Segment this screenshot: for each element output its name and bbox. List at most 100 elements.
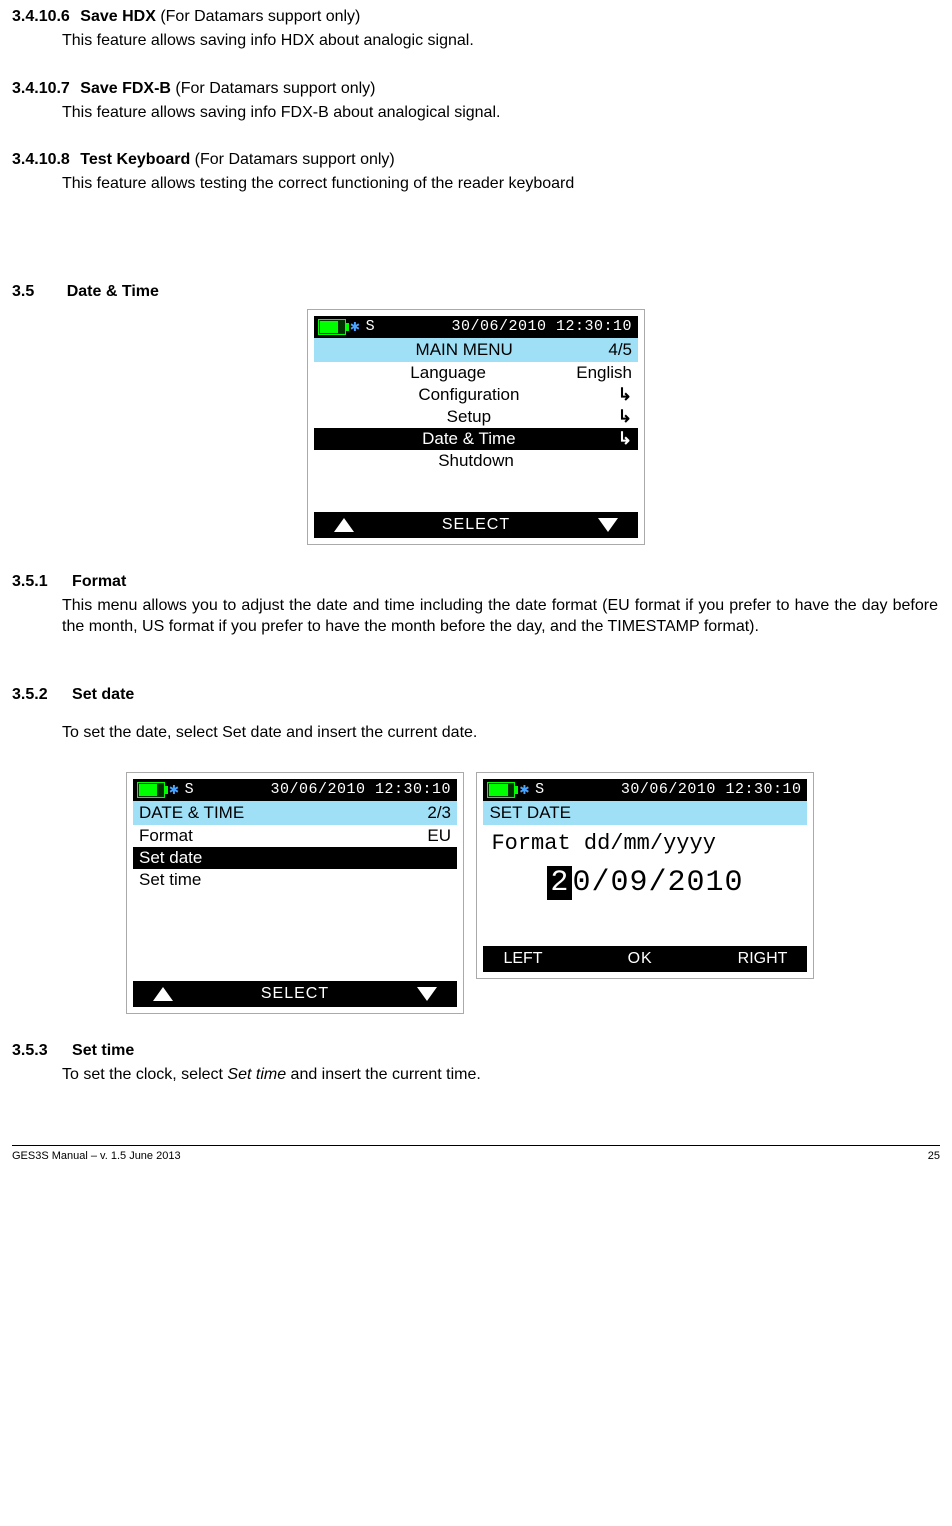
page-number: 25 <box>928 1150 940 1162</box>
menu-item-format[interactable]: FormatEU <box>133 825 457 847</box>
down-arrow-icon[interactable] <box>417 987 437 1001</box>
set-date-body: Format dd/mm/yyyy 20/09/2010 <box>483 825 807 946</box>
screen-title: MAIN MENU <box>320 340 608 360</box>
section-3-4-10-7: 3.4.10.7 Save FDX-B (For Datamars suppor… <box>12 80 940 124</box>
section-title: Format <box>72 573 126 590</box>
heading: 3.5.3 Set time <box>12 1042 940 1060</box>
date-selected-digit: 2 <box>547 866 572 900</box>
section-body: This menu allows you to adjust the date … <box>62 595 938 638</box>
menu-item-configuration[interactable]: Configuration↳ <box>314 384 638 406</box>
menu-value: English <box>576 363 632 383</box>
format-line: Format dd/mm/yyyy <box>491 831 799 856</box>
date-rest: 0/09/2010 <box>572 866 743 900</box>
menu-value: EU <box>427 826 451 846</box>
section-body: This feature allows testing the correct … <box>62 173 938 195</box>
status-s: S <box>366 316 375 338</box>
menu-label: Setup <box>320 407 618 427</box>
bluetooth-icon: ✱ <box>169 779 179 801</box>
status-datetime: 30/06/2010 12:30:10 <box>270 779 451 801</box>
menu-label: Configuration <box>320 385 618 405</box>
section-body: This feature allows saving info FDX-B ab… <box>62 102 938 124</box>
status-s: S <box>535 779 544 801</box>
heading: 3.5.1 Format <box>12 573 940 591</box>
section-number: 3.4.10.8 <box>12 151 70 168</box>
submenu-arrow-icon: ↳ <box>618 385 632 405</box>
section-number: 3.5 <box>12 283 34 300</box>
menu-label: Set date <box>139 848 451 868</box>
device-screen-date-time: ✱ S 30/06/2010 12:30:10 DATE & TIME 2/3 … <box>126 772 464 1014</box>
section-3-5: 3.5 Date & Time ✱ S 30/06/2010 12:30:10 … <box>12 283 940 545</box>
section-number: 3.5.2 <box>12 686 48 703</box>
status-bar: ✱ S 30/06/2010 12:30:10 <box>133 779 457 801</box>
screenshot-set-date-row: ✱ S 30/06/2010 12:30:10 DATE & TIME 2/3 … <box>122 772 940 1014</box>
menu-item-language[interactable]: LanguageEnglish <box>314 362 638 384</box>
screen-title-bar: DATE & TIME 2/3 <box>133 801 457 825</box>
screen-title: DATE & TIME <box>139 803 427 823</box>
menu-label: Format <box>139 826 427 846</box>
status-bar: ✱ S 30/06/2010 12:30:10 <box>314 316 638 338</box>
page-indicator: 2/3 <box>427 803 451 823</box>
heading: 3.5 Date & Time <box>12 283 940 301</box>
section-title: Save FDX-B <box>80 80 171 97</box>
section-3-5-3: 3.5.3 Set time To set the clock, select … <box>12 1042 940 1086</box>
screen-title-bar: MAIN MENU 4/5 <box>314 338 638 362</box>
section-3-5-2: 3.5.2 Set date To set the date, select S… <box>12 686 940 1014</box>
section-title: Test Keyboard <box>80 151 190 168</box>
section-3-4-10-6: 3.4.10.6 Save HDX (For Datamars support … <box>12 8 940 52</box>
device-screen-set-date: ✱ S 30/06/2010 12:30:10 SET DATE Format … <box>476 772 814 979</box>
status-datetime: 30/06/2010 12:30:10 <box>451 316 632 338</box>
status-s: S <box>185 779 194 801</box>
section-title: Date & Time <box>67 283 159 300</box>
menu-list: LanguageEnglish Configuration↳ Setup↳ Da… <box>314 362 638 512</box>
footer-left: GES3S Manual – v. 1.5 June 2013 <box>12 1150 928 1162</box>
menu-list: FormatEU Set date Set time <box>133 825 457 981</box>
up-arrow-icon[interactable] <box>153 987 173 1001</box>
section-body: This feature allows saving info HDX abou… <box>62 30 938 52</box>
heading: 3.5.2 Set date <box>12 686 940 704</box>
softkey-select[interactable]: SELECT <box>354 516 598 534</box>
section-note: (For Datamars support only) <box>156 8 361 25</box>
battery-icon <box>318 319 346 335</box>
softkey-select[interactable]: SELECT <box>173 985 417 1003</box>
softkey-right[interactable]: RIGHT <box>738 950 788 968</box>
menu-item-set-time[interactable]: Set time <box>133 869 457 891</box>
menu-label: Shutdown <box>320 451 632 471</box>
softkey-left[interactable]: LEFT <box>503 950 542 968</box>
softkey-ok[interactable]: OK <box>543 950 738 968</box>
menu-label: Date & Time <box>320 429 618 449</box>
section-number: 3.4.10.7 <box>12 80 70 97</box>
menu-item-date-time[interactable]: Date & Time↳ <box>314 428 638 450</box>
softkey-bar: SELECT <box>314 512 638 538</box>
battery-icon <box>137 782 165 798</box>
softkey-bar: LEFT OK RIGHT <box>483 946 807 972</box>
body-post: and insert the current time. <box>286 1066 481 1083</box>
section-number: 3.5.1 <box>12 573 48 590</box>
up-arrow-icon[interactable] <box>334 518 354 532</box>
battery-icon <box>487 782 515 798</box>
heading: 3.4.10.8 Test Keyboard (For Datamars sup… <box>12 151 940 169</box>
device-screen: ✱ S 30/06/2010 12:30:10 MAIN MENU 4/5 La… <box>307 309 645 545</box>
page-footer: GES3S Manual – v. 1.5 June 2013 25 <box>12 1145 940 1162</box>
menu-item-setup[interactable]: Setup↳ <box>314 406 638 428</box>
section-body: To set the clock, select Set time and in… <box>62 1064 938 1086</box>
date-edit-field[interactable]: 20/09/2010 <box>491 866 799 900</box>
section-number: 3.4.10.6 <box>12 8 70 25</box>
menu-item-set-date[interactable]: Set date <box>133 847 457 869</box>
section-3-4-10-8: 3.4.10.8 Test Keyboard (For Datamars sup… <box>12 151 940 195</box>
heading: 3.4.10.7 Save FDX-B (For Datamars suppor… <box>12 80 940 98</box>
down-arrow-icon[interactable] <box>598 518 618 532</box>
section-title: Set date <box>72 686 134 703</box>
screenshot-main-menu: ✱ S 30/06/2010 12:30:10 MAIN MENU 4/5 La… <box>12 309 940 545</box>
screen-title: SET DATE <box>489 803 801 823</box>
body-pre: To set the clock, select <box>62 1066 227 1083</box>
menu-item-shutdown[interactable]: Shutdown <box>314 450 638 472</box>
bluetooth-icon: ✱ <box>350 316 360 338</box>
body-italic: Set time <box>227 1066 286 1083</box>
section-3-5-1: 3.5.1 Format This menu allows you to adj… <box>12 573 940 638</box>
menu-label: Language <box>320 363 576 383</box>
submenu-arrow-icon: ↳ <box>618 429 632 449</box>
section-note: (For Datamars support only) <box>171 80 376 97</box>
menu-label: Set time <box>139 870 451 890</box>
submenu-arrow-icon: ↳ <box>618 407 632 427</box>
section-title: Save HDX <box>80 8 156 25</box>
